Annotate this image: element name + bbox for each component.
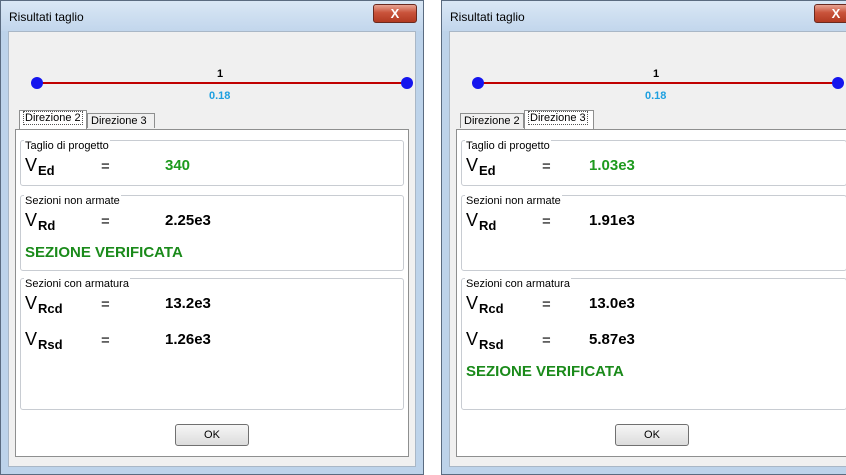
window-title: Risultati taglio — [450, 10, 525, 24]
value-v-rd: 1.91e3 — [589, 212, 635, 229]
row-v-rcd: VRcd = 13.2e3 — [21, 293, 403, 317]
group-label: Sezioni non armate — [24, 195, 121, 207]
tab-direzione-2[interactable]: Direzione 2 — [460, 113, 524, 128]
beam-value: 0.18 — [645, 90, 667, 102]
value-v-ed: 1.03e3 — [589, 157, 635, 174]
row-v-rd: VRd = 2.25e3 — [21, 210, 403, 234]
symbol-v-rcd: VRcd — [25, 293, 63, 316]
equals-sign: = — [542, 332, 551, 349]
row-v-ed: VEd = 1.03e3 — [462, 155, 846, 179]
beam-start-node — [472, 77, 484, 89]
beam-start-node — [31, 77, 43, 89]
group-sezioni-non-armate: Sezioni non armate VRd = 2.25e3 SEZIONE … — [20, 195, 404, 271]
beam-line — [37, 82, 407, 84]
close-button[interactable]: X — [814, 4, 846, 23]
equals-sign: = — [101, 213, 110, 230]
group-taglio-di-progetto: Taglio di progetto VEd = 1.03e3 — [461, 140, 846, 186]
row-v-rcd: VRcd = 13.0e3 — [462, 293, 846, 317]
tab-direzione-3[interactable]: Direzione 3 — [524, 110, 594, 129]
tab-panel: Taglio di progetto VEd = 1.03e3 Sezioni … — [456, 129, 846, 457]
equals-sign: = — [542, 213, 551, 230]
value-v-rcd: 13.0e3 — [589, 295, 635, 312]
ok-button[interactable]: OK — [615, 424, 689, 446]
row-v-rd: VRd = 1.91e3 — [462, 210, 846, 234]
beam-element-number: 1 — [653, 68, 660, 80]
equals-sign: = — [101, 158, 110, 175]
symbol-v-rd: VRd — [25, 210, 56, 233]
window-title: Risultati taglio — [9, 10, 84, 24]
dialog-client: 1 0.18 Direzione 2 Direzione 3 Taglio di… — [449, 31, 846, 467]
dialog-risultati-taglio-1: Risultati taglio X 1 0.18 Direzione 2 Di… — [0, 0, 424, 475]
dialog-risultati-taglio-2: Risultati taglio X 1 0.18 Direzione 2 Di… — [441, 0, 846, 475]
title-bar[interactable]: Risultati taglio X — [1, 1, 423, 31]
value-v-rsd: 1.26e3 — [165, 331, 211, 348]
group-sezioni-con-armatura: Sezioni con armatura VRcd = 13.0e3 VRsd … — [461, 278, 846, 410]
verdict-status: SEZIONE VERIFICATA — [25, 244, 183, 261]
group-sezioni-non-armate: Sezioni non armate VRd = 1.91e3 — [461, 195, 846, 271]
equals-sign: = — [542, 158, 551, 175]
tab-label: Direzione 3 — [91, 115, 147, 127]
beam-value: 0.18 — [209, 90, 231, 102]
tab-direzione-2[interactable]: Direzione 2 — [19, 110, 87, 129]
group-label: Sezioni non armate — [465, 195, 562, 207]
symbol-v-ed: VEd — [25, 155, 55, 178]
symbol-v-ed: VEd — [466, 155, 496, 178]
value-v-ed: 340 — [165, 157, 191, 174]
group-label: Taglio di progetto — [24, 140, 110, 152]
symbol-v-rd: VRd — [466, 210, 497, 233]
symbol-v-rsd: VRsd — [466, 329, 504, 352]
equals-sign: = — [101, 332, 110, 349]
value-v-rcd: 13.2e3 — [165, 295, 211, 312]
value-v-rd: 2.25e3 — [165, 212, 211, 229]
close-button[interactable]: X — [373, 4, 417, 23]
tab-panel: Taglio di progetto VEd = 340 Sezioni non… — [15, 129, 409, 457]
beam-end-node — [832, 77, 844, 89]
group-label: Sezioni con armatura — [24, 278, 130, 290]
beam-element-number: 1 — [217, 68, 224, 80]
dialog-client: 1 0.18 Direzione 2 Direzione 3 Taglio di… — [8, 31, 416, 467]
equals-sign: = — [101, 296, 110, 313]
tab-label: Direzione 3 — [528, 111, 588, 125]
tab-label: Direzione 2 — [464, 115, 520, 127]
ok-button[interactable]: OK — [175, 424, 249, 446]
tab-label: Direzione 2 — [23, 111, 83, 125]
value-v-rsd: 5.87e3 — [589, 331, 635, 348]
group-label: Sezioni con armatura — [465, 278, 571, 290]
close-icon: X — [831, 6, 841, 21]
group-taglio-di-progetto: Taglio di progetto VEd = 340 — [20, 140, 404, 186]
title-bar[interactable]: Risultati taglio X — [442, 1, 846, 31]
beam-line — [478, 82, 838, 84]
row-v-ed: VEd = 340 — [21, 155, 403, 179]
row-v-rsd: VRsd = 1.26e3 — [21, 329, 403, 353]
symbol-v-rcd: VRcd — [466, 293, 504, 316]
symbol-v-rsd: VRsd — [25, 329, 63, 352]
verdict-status: SEZIONE VERIFICATA — [466, 363, 624, 380]
equals-sign: = — [542, 296, 551, 313]
group-sezioni-con-armatura: Sezioni con armatura VRcd = 13.2e3 VRsd … — [20, 278, 404, 410]
tab-direzione-3[interactable]: Direzione 3 — [87, 113, 155, 128]
close-icon: X — [390, 6, 400, 21]
beam-end-node — [401, 77, 413, 89]
row-v-rsd: VRsd = 5.87e3 — [462, 329, 846, 353]
group-label: Taglio di progetto — [465, 140, 551, 152]
